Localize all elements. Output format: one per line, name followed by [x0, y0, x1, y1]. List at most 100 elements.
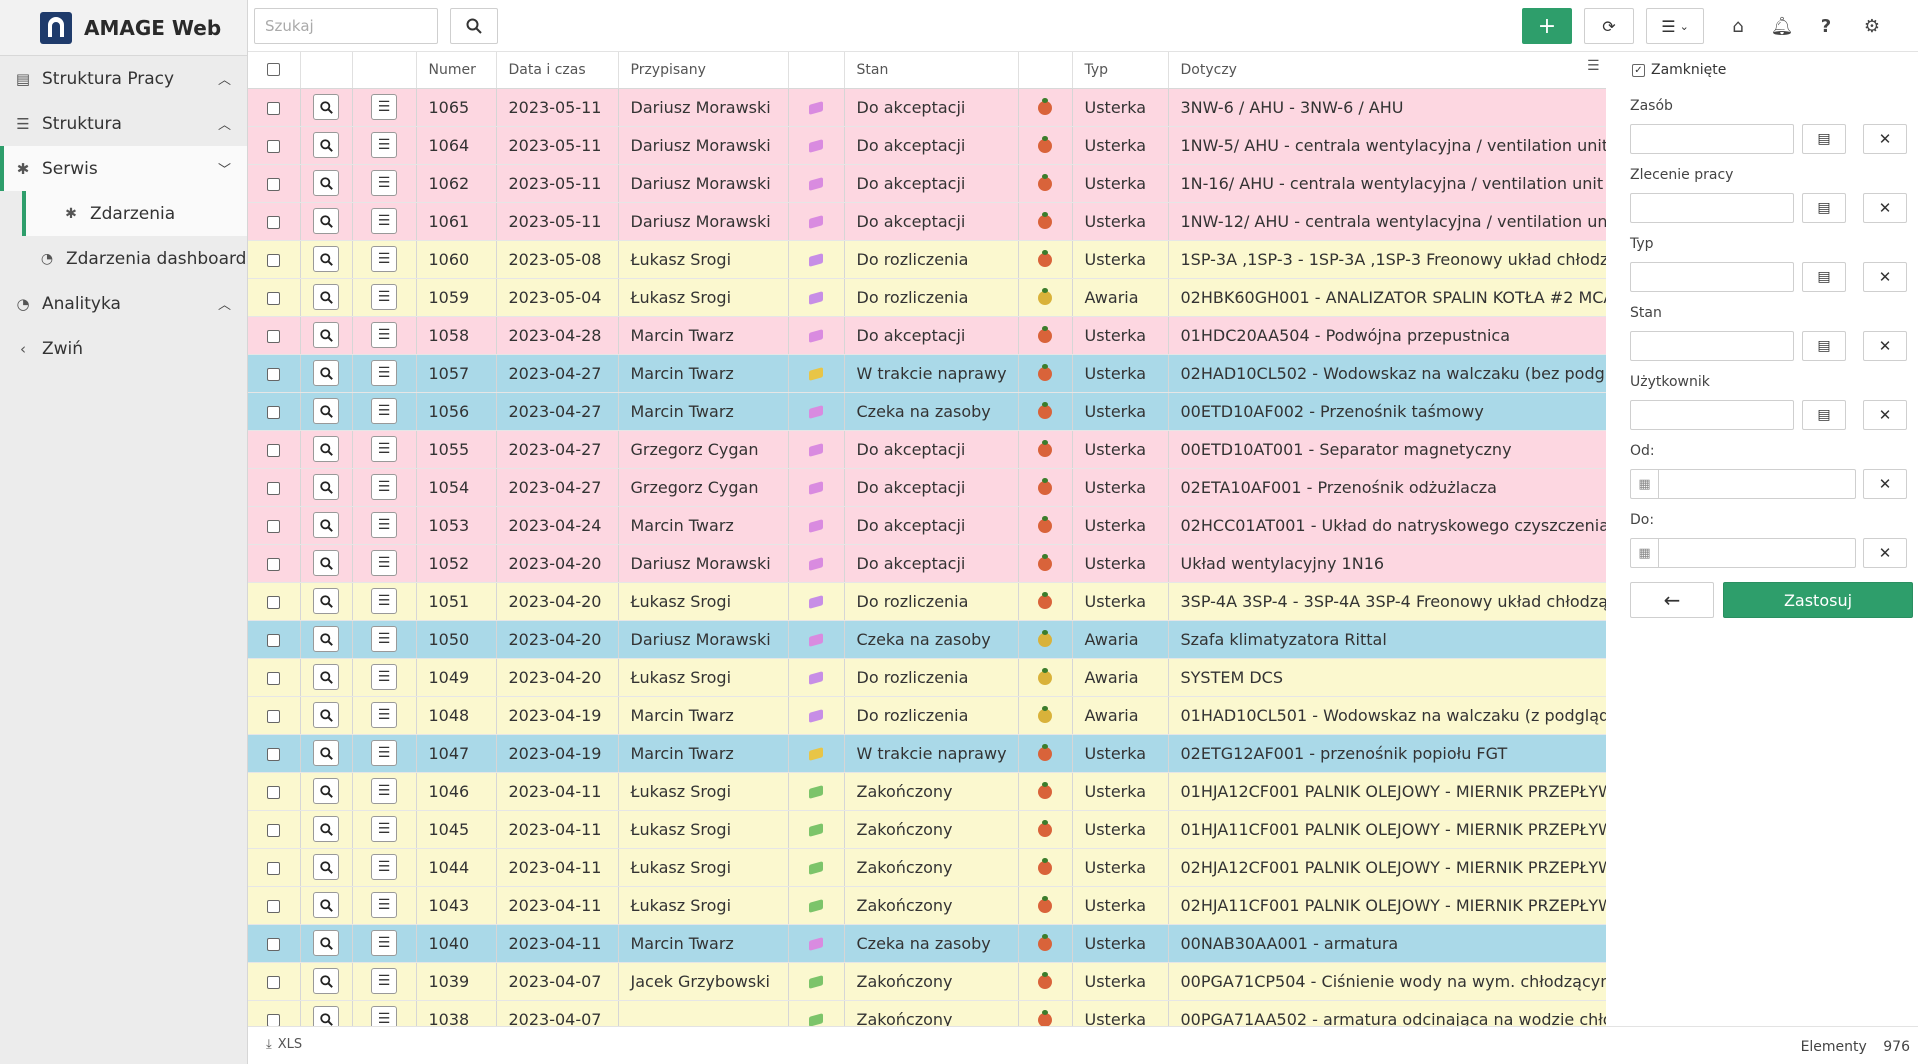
header-state[interactable]: Stan [844, 52, 1019, 89]
row-preview-button[interactable] [300, 734, 353, 773]
type-picker-button[interactable]: ▤ [1802, 262, 1846, 292]
row-menu-button[interactable]: ☰ [352, 848, 417, 887]
row-checkbox[interactable] [248, 316, 301, 355]
resource-clear-button[interactable]: ✕ [1863, 124, 1907, 154]
from-date-input[interactable]: ▦ [1630, 469, 1856, 499]
select-all-checkbox[interactable] [248, 52, 301, 89]
table-row[interactable]: ☰ 1053 2023-04-24 Marcin Twarz Do akceptacji… [248, 506, 1606, 545]
row-preview-button[interactable] [300, 886, 353, 925]
user-input[interactable] [1630, 400, 1794, 430]
state-input[interactable] [1630, 331, 1794, 361]
row-checkbox[interactable] [248, 544, 301, 583]
row-checkbox[interactable] [248, 734, 301, 773]
row-preview-button[interactable] [300, 126, 353, 165]
row-checkbox[interactable] [248, 582, 301, 621]
row-checkbox[interactable] [248, 126, 301, 165]
row-menu-button[interactable]: ☰ [352, 696, 417, 735]
calendar-icon[interactable]: ▦ [1631, 539, 1659, 567]
row-checkbox[interactable] [248, 392, 301, 431]
table-row[interactable]: ☰ 1061 2023-05-11 Dariusz Morawski Do akcept… [248, 202, 1606, 241]
row-menu-button[interactable]: ☰ [352, 734, 417, 773]
row-checkbox[interactable] [248, 962, 301, 1001]
row-menu-button[interactable]: ☰ [352, 392, 417, 431]
refresh-button[interactable]: ⟳ [1584, 8, 1634, 44]
row-menu-button[interactable]: ☰ [352, 582, 417, 621]
row-menu-button[interactable]: ☰ [352, 810, 417, 849]
bell-icon[interactable]: 🔔︎ [1766, 10, 1798, 42]
row-checkbox[interactable] [248, 810, 301, 849]
brand[interactable]: AMAGE Web [0, 0, 247, 56]
row-checkbox[interactable] [248, 848, 301, 887]
table-row[interactable]: ☰ 1060 2023-05-08 Łukasz Srogi Do rozliczeni… [248, 240, 1606, 279]
table-row[interactable]: ☰ 1050 2023-04-20 Dariusz Morawski Czeka na … [248, 620, 1606, 659]
state-picker-button[interactable]: ▤ [1802, 331, 1846, 361]
table-row[interactable]: ☰ 1039 2023-04-07 Jacek Grzybowski Zakończon… [248, 962, 1606, 1001]
table-row[interactable]: ☰ 1045 2023-04-11 Łukasz Srogi Zakończony Ust… [248, 810, 1606, 849]
row-checkbox[interactable] [248, 164, 301, 203]
table-row[interactable]: ☰ 1064 2023-05-11 Dariusz Morawski Do akcept… [248, 126, 1606, 165]
row-menu-button[interactable]: ☰ [352, 962, 417, 1001]
row-checkbox[interactable] [248, 202, 301, 241]
row-preview-button[interactable] [300, 88, 353, 127]
row-menu-button[interactable]: ☰ [352, 544, 417, 583]
row-menu-button[interactable]: ☰ [352, 658, 417, 697]
from-clear-button[interactable]: ✕ [1863, 469, 1907, 499]
sidebar-item-struktura-pracy[interactable]: ▤ Struktura Pracy ︿ [0, 56, 247, 101]
table-row[interactable]: ☰ 1048 2023-04-19 Marcin Twarz Do rozliczeni… [248, 696, 1606, 735]
row-checkbox[interactable] [248, 620, 301, 659]
sidebar-item-zdarzenia-dashboard[interactable]: ◔ Zdarzenia dashboard [0, 236, 247, 281]
row-preview-button[interactable] [300, 278, 353, 317]
row-preview-button[interactable] [300, 582, 353, 621]
row-preview-button[interactable] [300, 1000, 353, 1026]
home-icon[interactable]: ⌂ [1722, 10, 1754, 42]
row-preview-button[interactable] [300, 772, 353, 811]
row-checkbox[interactable] [248, 278, 301, 317]
type-clear-button[interactable]: ✕ [1863, 262, 1907, 292]
row-checkbox[interactable] [248, 924, 301, 963]
row-checkbox[interactable] [248, 886, 301, 925]
table-row[interactable]: ☰ 1055 2023-04-27 Grzegorz Cygan Do akceptac… [248, 430, 1606, 469]
table-row[interactable]: ☰ 1051 2023-04-20 Łukasz Srogi Do rozliczeni… [248, 582, 1606, 621]
row-preview-button[interactable] [300, 620, 353, 659]
export-xls-button[interactable]: ⤓ XLS [266, 1037, 302, 1052]
row-preview-button[interactable] [300, 810, 353, 849]
header-type[interactable]: Typ [1072, 52, 1169, 89]
sidebar-item-serwis[interactable]: ✱ Serwis ﹀ [0, 146, 247, 191]
column-menu-icon[interactable]: ☰ [1587, 58, 1600, 74]
user-clear-button[interactable]: ✕ [1863, 400, 1907, 430]
row-checkbox[interactable] [248, 772, 301, 811]
back-button[interactable]: ← [1630, 582, 1714, 618]
row-menu-button[interactable]: ☰ [352, 240, 417, 279]
row-preview-button[interactable] [300, 164, 353, 203]
row-preview-button[interactable] [300, 962, 353, 1001]
row-menu-button[interactable]: ☰ [352, 430, 417, 469]
row-menu-button[interactable]: ☰ [352, 886, 417, 925]
row-checkbox[interactable] [248, 658, 301, 697]
table-row[interactable]: ☰ 1062 2023-05-11 Dariusz Morawski Do akcept… [248, 164, 1606, 203]
row-preview-button[interactable] [300, 392, 353, 431]
add-button[interactable]: + [1522, 8, 1572, 44]
closed-checkbox[interactable]: ✓ [1632, 63, 1645, 77]
table-row[interactable]: ☰ 1056 2023-04-27 Marcin Twarz Czeka na zaso… [248, 392, 1606, 431]
header-number[interactable]: Numer [416, 52, 497, 89]
table-row[interactable]: ☰ 1049 2023-04-20 Łukasz Srogi Do rozliczeni… [248, 658, 1606, 697]
row-preview-button[interactable] [300, 468, 353, 507]
row-preview-button[interactable] [300, 848, 353, 887]
search-button[interactable] [450, 8, 498, 44]
apply-button[interactable]: Zastosuj [1723, 582, 1913, 618]
row-menu-button[interactable]: ☰ [352, 88, 417, 127]
work-order-input[interactable] [1630, 193, 1794, 223]
row-preview-button[interactable] [300, 202, 353, 241]
table-row[interactable]: ☰ 1044 2023-04-11 Łukasz Srogi Zakończony Ust… [248, 848, 1606, 887]
table-row[interactable]: ☰ 1043 2023-04-11 Łukasz Srogi Zakończony Ust… [248, 886, 1606, 925]
type-input[interactable] [1630, 262, 1794, 292]
state-clear-button[interactable]: ✕ [1863, 331, 1907, 361]
row-menu-button[interactable]: ☰ [352, 506, 417, 545]
table-row[interactable]: ☰ 1057 2023-04-27 Marcin Twarz W trakcie nap… [248, 354, 1606, 393]
row-checkbox[interactable] [248, 1000, 301, 1026]
row-checkbox[interactable] [248, 88, 301, 127]
row-preview-button[interactable] [300, 544, 353, 583]
row-preview-button[interactable] [300, 924, 353, 963]
row-preview-button[interactable] [300, 430, 353, 469]
row-checkbox[interactable] [248, 696, 301, 735]
